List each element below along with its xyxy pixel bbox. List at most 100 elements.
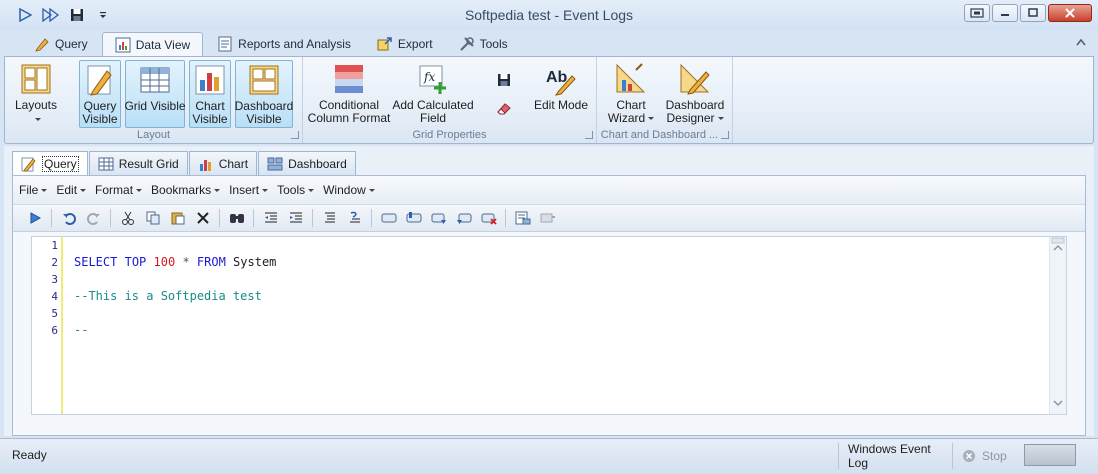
customize-qat-icon[interactable] <box>92 4 114 26</box>
toolbar-separator <box>219 209 220 227</box>
status-bar: Ready Windows Event Log Stop <box>0 438 1098 474</box>
group-grid-properties-label: Grid Properties <box>412 129 487 141</box>
previous-bookmark-icon[interactable] <box>452 207 475 229</box>
menu-edit-label: Edit <box>56 183 78 197</box>
menu-edit[interactable]: Edit <box>56 183 87 197</box>
tab-export-label: Export <box>397 37 433 51</box>
run-icon[interactable] <box>14 4 36 26</box>
grid-icon <box>98 157 114 170</box>
doc-tab-dashboard[interactable]: Dashboard <box>258 151 356 175</box>
line-number: 1 <box>51 239 58 252</box>
add-calculated-field-button[interactable]: fx Add Calculated Field <box>392 60 474 128</box>
group-layout-label: Layout <box>136 129 171 141</box>
export-icon <box>377 37 392 51</box>
chart-visible-label-2: Visible <box>192 112 228 126</box>
toolbar-separator <box>110 209 111 227</box>
doc-tab-query[interactable]: Query <box>12 151 88 176</box>
find-icon[interactable] <box>225 207 248 229</box>
properties-icon[interactable] <box>511 207 534 229</box>
tab-data-view[interactable]: Data View <box>101 32 204 56</box>
redo-icon[interactable] <box>82 207 105 229</box>
chart-dashboard-launcher-icon[interactable] <box>721 131 729 139</box>
doc-tab-result-grid[interactable]: Result Grid <box>88 151 188 175</box>
group-chart-dashboard-label: Chart and Dashboard ... <box>600 129 719 141</box>
chart-wizard-button[interactable]: Chart Wizard <box>601 60 661 128</box>
undo-icon[interactable] <box>57 207 80 229</box>
minimize-icon[interactable] <box>992 4 1018 22</box>
quick-access-toolbar <box>0 0 114 30</box>
cut-icon[interactable] <box>116 207 139 229</box>
menu-bookmarks[interactable]: Bookmarks <box>151 183 221 197</box>
edit-mode-label: Edit Mode <box>533 98 589 112</box>
status-source: Windows Event Log <box>848 442 931 470</box>
outdent-icon[interactable] <box>259 207 282 229</box>
tab-tools[interactable]: Tools <box>447 32 520 56</box>
tab-query[interactable]: Query <box>22 32 100 56</box>
edit-mode-button[interactable]: Ab Edit Mode <box>533 60 589 128</box>
line-number: 5 <box>51 307 58 320</box>
menu-insert[interactable]: Insert <box>229 183 269 197</box>
group-grid-properties: Conditional Column Format fx Add Calcula… <box>303 57 597 143</box>
bar-chart-icon <box>199 159 211 171</box>
query-visible-button[interactable]: Query Visible <box>79 60 121 128</box>
tab-data-view-label: Data View <box>135 37 191 52</box>
code-line-4: --This is a Softpedia test <box>74 289 262 303</box>
doc-tab-chart[interactable]: Chart <box>188 151 258 175</box>
delete-icon[interactable] <box>191 207 214 229</box>
line-number: 6 <box>51 324 58 337</box>
menu-bar: File Edit Format Bookmarks Insert Tools … <box>13 176 1085 204</box>
execute-icon[interactable] <box>23 207 46 229</box>
chevron-down-icon <box>80 188 87 192</box>
data-view-icon <box>115 37 131 52</box>
tab-export[interactable]: Export <box>365 32 445 56</box>
menu-window[interactable]: Window <box>323 183 375 197</box>
next-bookmark-icon[interactable] <box>427 207 450 229</box>
copy-icon[interactable] <box>141 207 164 229</box>
indent-icon[interactable] <box>284 207 307 229</box>
status-stop-panel: Stop <box>952 443 1014 469</box>
grid-properties-launcher-icon[interactable] <box>585 131 593 139</box>
comment-lines-icon[interactable] <box>318 207 341 229</box>
maximize-icon[interactable] <box>1020 4 1046 22</box>
dashboard-designer-label-2: Designer <box>666 111 715 125</box>
tab-reports[interactable]: Reports and Analysis <box>205 32 363 56</box>
save-layout-icon[interactable] <box>493 69 515 91</box>
disabled-tool-icon[interactable] <box>536 207 559 229</box>
layouts-button[interactable]: Layouts <box>11 60 61 128</box>
dashboard-visible-button[interactable]: Dashboard Visible <box>235 60 293 128</box>
close-icon[interactable] <box>1048 4 1092 22</box>
pencil-icon <box>21 157 36 172</box>
restore-icon[interactable] <box>964 4 990 22</box>
title-bar: Softpedia test - Event Logs <box>0 0 1098 30</box>
keyword-select: SELECT <box>74 255 118 269</box>
dashboard-visible-icon <box>249 65 279 95</box>
menu-format-label: Format <box>95 183 134 197</box>
chart-wizard-icon <box>616 63 646 93</box>
menu-file-label: File <box>19 183 39 197</box>
toolbar-separator <box>505 209 506 227</box>
grid-visible-button[interactable]: Grid Visible <box>124 60 186 128</box>
toggle-bookmark-icon[interactable] <box>402 207 425 229</box>
run-all-icon[interactable] <box>40 4 62 26</box>
chart-visible-button[interactable]: Chart Visible <box>189 60 231 128</box>
uncomment-lines-icon[interactable] <box>343 207 366 229</box>
menu-tools[interactable]: Tools <box>277 183 315 197</box>
bookmark-icon[interactable] <box>377 207 400 229</box>
save-icon[interactable] <box>66 4 88 26</box>
sql-editor[interactable]: 1 2 3 4 5 6 SELECT TOP 100 * FROM System… <box>31 236 1067 415</box>
dashboard-designer-button[interactable]: Dashboard Designer <box>663 60 727 128</box>
menu-tools-label: Tools <box>277 183 306 197</box>
document-area: Query Result Grid Chart Dashboard File E… <box>4 146 1094 436</box>
conditional-format-button[interactable]: Conditional Column Format <box>308 60 390 128</box>
stop-button[interactable]: Stop <box>962 449 1007 463</box>
eraser-icon[interactable] <box>493 97 515 119</box>
menu-format[interactable]: Format <box>95 183 143 197</box>
vertical-scrollbar[interactable] <box>1049 237 1066 414</box>
menu-file[interactable]: File <box>19 183 48 197</box>
paste-icon[interactable] <box>166 207 189 229</box>
collapse-ribbon-icon[interactable] <box>1076 37 1086 49</box>
table-identifier: System <box>233 255 277 269</box>
clear-bookmarks-icon[interactable] <box>477 207 500 229</box>
layout-launcher-icon[interactable] <box>291 131 299 139</box>
stop-label: Stop <box>982 449 1007 463</box>
